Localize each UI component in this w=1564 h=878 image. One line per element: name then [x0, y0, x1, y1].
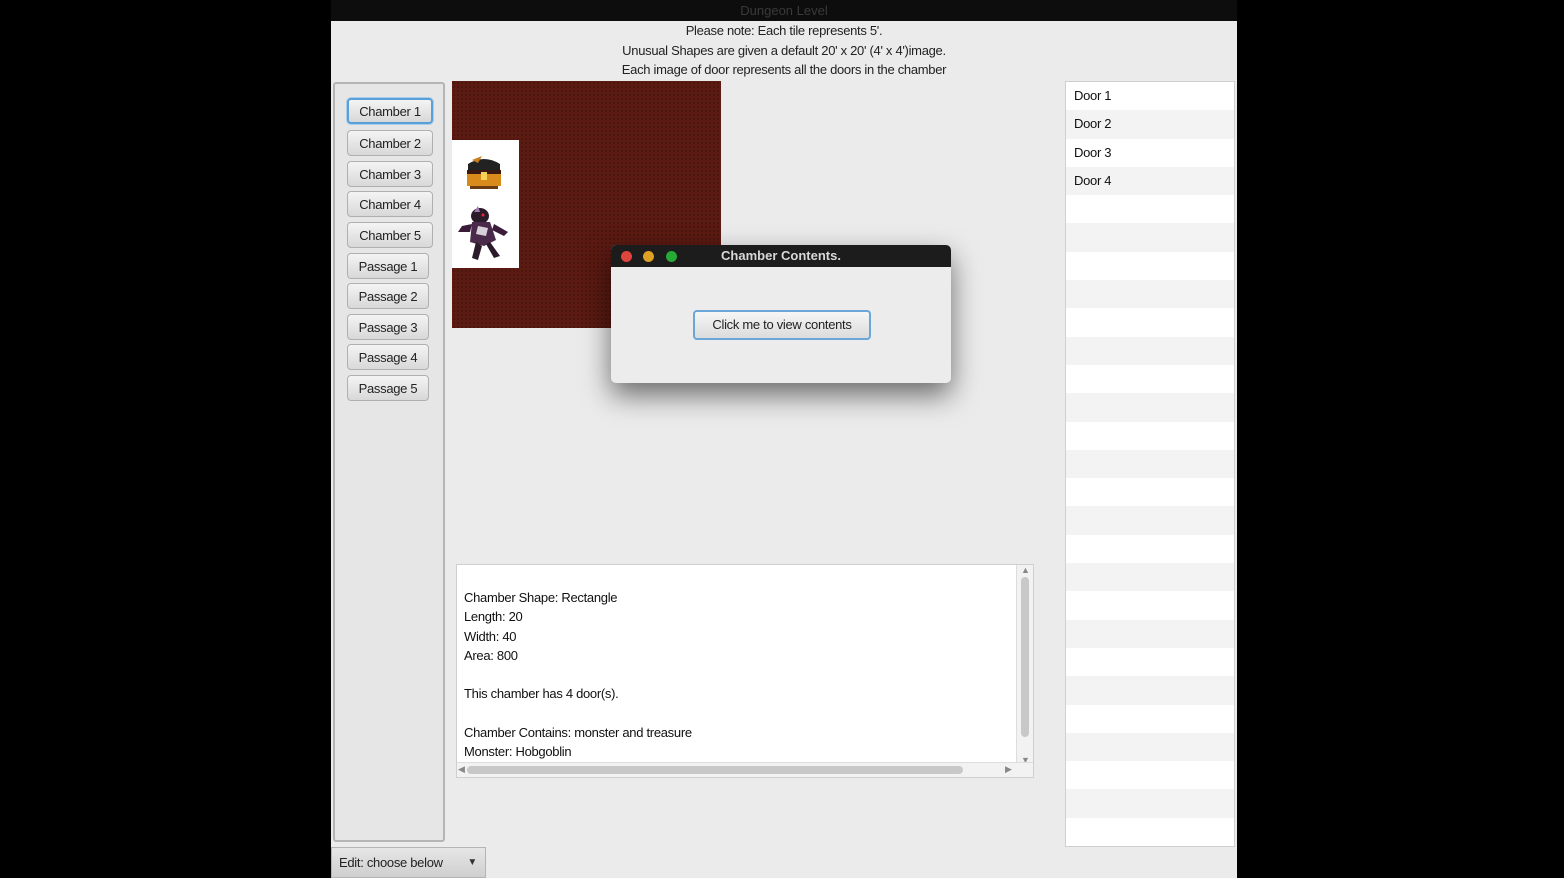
description-line: Chamber Shape: Rectangle — [464, 590, 618, 605]
door-list: Door 1 Door 2 Door 3 Door 4 — [1065, 81, 1235, 847]
empty-row — [1066, 223, 1234, 252]
horizontal-scrollbar[interactable]: ◀ ▶ — [457, 762, 1033, 777]
empty-row — [1066, 308, 1234, 336]
empty-row — [1066, 818, 1234, 846]
horizontal-scroll-thumb[interactable] — [467, 766, 963, 774]
chevron-down-icon: ▼ — [467, 857, 477, 868]
dialog-title: Chamber Contents. — [721, 248, 841, 263]
window-titlebar: Dungeon Level — [331, 0, 1237, 21]
vertical-scrollbar[interactable]: ▲ ▼ — [1016, 565, 1033, 765]
empty-row — [1066, 478, 1234, 506]
dungeon-window: Dungeon Level Please note: Each tile rep… — [331, 0, 1237, 878]
description-line: Monster: Hobgoblin — [464, 744, 572, 760]
empty-row — [1066, 563, 1234, 592]
treasure-chest-icon — [467, 156, 501, 189]
description-line: This chamber has 4 door(s). — [464, 686, 619, 702]
sidebar-item-passage-1[interactable]: Passage 1 — [347, 253, 429, 279]
dialog-titlebar: Chamber Contents. — [611, 245, 951, 267]
empty-row — [1066, 506, 1234, 535]
sidebar-item-chamber-1[interactable]: Chamber 1 — [347, 98, 433, 124]
edit-combobox-value: Edit: choose below — [339, 855, 443, 870]
empty-row — [1066, 761, 1234, 789]
sidebar-item-chamber-2[interactable]: Chamber 2 — [347, 130, 433, 156]
door-tile — [452, 140, 519, 268]
description-line: Width: 40 — [464, 628, 517, 644]
empty-row — [1066, 280, 1234, 309]
description-text: Chamber Shape: Rectangle Length: 20 Widt… — [464, 588, 692, 762]
scroll-left-icon[interactable]: ◀ — [458, 764, 465, 775]
empty-row — [1066, 732, 1234, 762]
door-list-item-1[interactable]: Door 1 — [1066, 82, 1234, 110]
empty-row — [1066, 619, 1234, 648]
empty-row — [1066, 393, 1234, 422]
sidebar: Chamber 1 Chamber 2 Chamber 3 Chamber 4 … — [333, 82, 445, 842]
view-contents-button[interactable]: Click me to view contents — [693, 310, 871, 340]
door-list-item-2[interactable]: Door 2 — [1066, 110, 1234, 139]
description-line: Length: 20 — [464, 609, 523, 625]
vertical-scroll-thumb[interactable] — [1021, 577, 1029, 737]
sidebar-item-chamber-5[interactable]: Chamber 5 — [347, 222, 433, 248]
scroll-right-icon[interactable]: ▶ — [1005, 764, 1012, 775]
door-list-item-3[interactable]: Door 3 — [1066, 139, 1234, 167]
chamber-contents-dialog: Chamber Contents. Click me to view conte… — [611, 245, 951, 383]
empty-row — [1066, 252, 1234, 280]
maximize-icon[interactable] — [666, 251, 677, 262]
sidebar-item-passage-2[interactable]: Passage 2 — [347, 283, 429, 309]
empty-row — [1066, 789, 1234, 818]
edit-combobox[interactable]: Edit: choose below ▼ — [331, 847, 486, 878]
door-list-item-4[interactable]: Door 4 — [1066, 166, 1234, 196]
sidebar-item-chamber-4[interactable]: Chamber 4 — [347, 191, 433, 217]
close-icon[interactable] — [621, 251, 632, 262]
description-line — [464, 665, 692, 684]
sidebar-item-chamber-3[interactable]: Chamber 3 — [347, 161, 433, 187]
empty-row — [1066, 705, 1234, 733]
empty-row — [1066, 195, 1234, 223]
empty-row — [1066, 535, 1234, 563]
empty-row — [1066, 648, 1234, 676]
note-line: Please note: Each tile represents 5'. — [685, 23, 883, 38]
scroll-up-icon[interactable]: ▲ — [1021, 565, 1030, 575]
note-line: Unusual Shapes are given a default 20' x… — [622, 42, 946, 58]
description-line: Chamber Contains: monster and treasure — [464, 725, 692, 741]
empty-row — [1066, 591, 1234, 619]
sidebar-item-passage-4[interactable]: Passage 4 — [347, 344, 429, 370]
monster-icon — [458, 206, 508, 260]
sidebar-item-passage-3[interactable]: Passage 3 — [347, 314, 429, 340]
note-line: Each image of door represents all the do… — [621, 62, 947, 77]
empty-row — [1066, 449, 1234, 479]
empty-row — [1066, 422, 1234, 450]
window-title: Dungeon Level — [740, 3, 828, 18]
empty-row — [1066, 336, 1234, 365]
chamber-description-textarea[interactable]: Chamber Shape: Rectangle Length: 20 Widt… — [456, 564, 1034, 778]
description-line: Area: 800 — [464, 647, 518, 663]
minimize-icon[interactable] — [643, 251, 654, 262]
description-line — [464, 704, 692, 723]
sidebar-item-passage-5[interactable]: Passage 5 — [347, 375, 429, 401]
empty-row — [1066, 365, 1234, 393]
notes-panel: Please note: Each tile represents 5'. Un… — [331, 21, 1237, 80]
empty-row — [1066, 676, 1234, 705]
